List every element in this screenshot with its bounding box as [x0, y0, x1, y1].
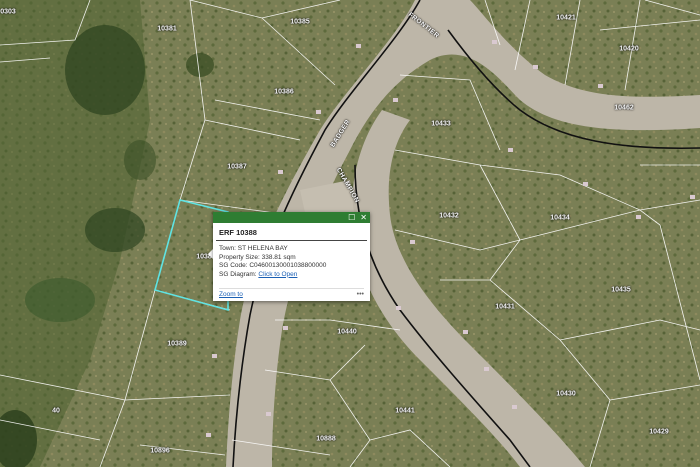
erf-label: 10431 [495, 303, 515, 311]
map-view[interactable]: 0303 10381 10385 10386 10387 1038 10389 … [0, 0, 700, 467]
erf-label: 10432 [439, 212, 459, 220]
erf-label: 10421 [556, 14, 576, 22]
erf-label: 10896 [150, 447, 170, 455]
town-label: Town: [219, 245, 236, 252]
erf-label: 10381 [157, 25, 177, 33]
erf-label: 10386 [274, 88, 294, 96]
erf-label: 0303 [0, 8, 16, 16]
popup-title: ERF 10388 [216, 223, 367, 241]
size-label: Property Size: [219, 253, 260, 261]
sg-diagram-label: SG Diagram: [219, 270, 257, 278]
sg-code-label: SG Code: [219, 262, 248, 269]
maximize-icon[interactable]: ☐ [348, 213, 355, 222]
more-actions-icon[interactable]: ••• [357, 291, 364, 298]
sg-diagram-link[interactable]: Click to Open [258, 271, 297, 278]
erf-label: 10888 [316, 435, 336, 443]
erf-label: 10433 [431, 120, 451, 128]
size-value: 338.81 sqm [261, 253, 296, 261]
sg-code-row: SG Code: C04600130001038800000 [219, 262, 364, 271]
zoom-to-link[interactable]: Zoom to [219, 291, 243, 298]
erf-label: 10430 [556, 390, 576, 398]
erf-label: 10389 [167, 340, 187, 348]
popup-header: ☐ ✕ [213, 212, 370, 223]
erf-label: 10462 [614, 104, 634, 112]
erf-label: 10429 [649, 428, 669, 436]
erf-label: 10440 [337, 328, 357, 336]
town-value: ST HELENA BAY [237, 245, 288, 252]
erf-label: 10434 [550, 214, 570, 222]
parcel-info-popup: ☐ ✕ ERF 10388 Town: ST HELENA BAY Proper… [213, 212, 370, 301]
popup-body: Town: ST HELENA BAY Property Size: 338.8… [213, 241, 370, 279]
erf-label: 10420 [619, 45, 639, 53]
erf-label: 10385 [290, 18, 310, 26]
erf-label: 10387 [227, 163, 247, 171]
erf-label: 10441 [395, 407, 415, 415]
popup-footer: Zoom to ••• [219, 288, 364, 299]
sg-diagram-row: SG Diagram: Click to Open [219, 271, 364, 280]
sg-code-value: C04600130001038800000 [249, 262, 327, 269]
town-row: Town: ST HELENA BAY [219, 245, 364, 254]
size-row: Property Size: 338.81 sqm [219, 254, 364, 263]
close-icon[interactable]: ✕ [360, 213, 367, 222]
erf-label: 40 [52, 407, 60, 415]
erf-label: 10435 [611, 286, 631, 294]
